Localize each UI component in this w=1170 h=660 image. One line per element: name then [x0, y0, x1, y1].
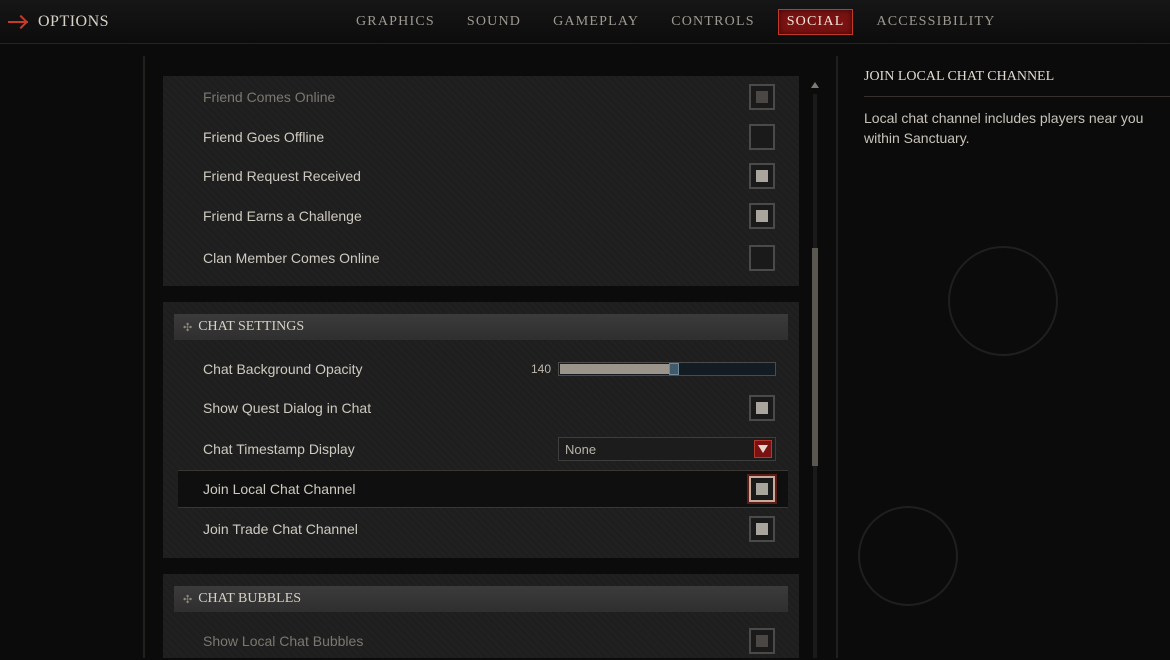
slider-fill [560, 364, 672, 374]
diamond-bullet-icon: ✣ [183, 321, 193, 334]
slider-handle[interactable] [669, 363, 679, 375]
setting-row-join-local-chat[interactable]: Join Local Chat Channel [178, 470, 788, 508]
setting-label: Friend Comes Online [203, 89, 336, 105]
setting-label: Join Local Chat Channel [203, 481, 356, 497]
setting-row-show-quest-dialog[interactable]: Show Quest Dialog in Chat [178, 389, 788, 427]
join-local-chat-checkbox[interactable] [749, 476, 775, 502]
tab-bar: GRAPHICS SOUND GAMEPLAY CONTROLS SOCIAL … [340, 0, 1012, 44]
back-arrow-icon [8, 15, 30, 29]
setting-label: Chat Background Opacity [203, 361, 363, 377]
setting-row-show-local-chat-bubbles[interactable]: Show Local Chat Bubbles [178, 622, 788, 660]
setting-label: Join Trade Chat Channel [203, 521, 358, 537]
setting-label: Show Local Chat Bubbles [203, 633, 364, 649]
opacity-slider[interactable] [558, 362, 776, 376]
setting-label: Show Quest Dialog in Chat [203, 400, 372, 416]
setting-row-clan-member-online[interactable]: Clan Member Comes Online [178, 239, 788, 277]
timestamp-dropdown[interactable]: None [558, 437, 776, 461]
options-back-button[interactable]: OPTIONS [8, 11, 109, 33]
section-title: CHAT BUBBLES [198, 591, 302, 606]
info-description: Local chat channel includes players near… [864, 110, 1144, 146]
dropdown-value: None [565, 441, 597, 457]
tab-accessibility[interactable]: ACCESSIBILITY [867, 9, 1004, 35]
info-panel: JOIN LOCAL CHAT CHANNEL Local chat chann… [848, 56, 1170, 658]
diamond-bullet-icon: ✣ [183, 593, 193, 606]
top-bar: OPTIONS GRAPHICS SOUND GAMEPLAY CONTROLS… [0, 0, 1170, 44]
settings-scrollbar[interactable] [808, 78, 822, 658]
chat-settings-header: ✣ CHAT SETTINGS [174, 314, 788, 340]
friend-request-received-checkbox[interactable] [749, 163, 775, 189]
friend-goes-offline-checkbox[interactable] [749, 124, 775, 150]
decorative-emblem-icon [948, 246, 1058, 356]
decorative-emblem-icon [858, 506, 958, 606]
section-title: CHAT SETTINGS [198, 319, 305, 334]
show-local-chat-bubbles-checkbox[interactable] [749, 628, 775, 654]
tab-social[interactable]: SOCIAL [777, 9, 854, 35]
clan-member-online-checkbox[interactable] [749, 245, 775, 271]
setting-row-friend-earns-challenge[interactable]: Friend Earns a Challenge [178, 197, 788, 235]
friend-comes-online-checkbox[interactable] [749, 84, 775, 110]
tab-controls[interactable]: CONTROLS [662, 9, 764, 35]
scroll-up-icon[interactable] [811, 82, 819, 88]
options-title: OPTIONS [38, 13, 110, 30]
setting-label: Clan Member Comes Online [203, 250, 380, 266]
setting-label: Friend Goes Offline [203, 129, 325, 145]
info-title: JOIN LOCAL CHAT CHANNEL [864, 69, 1055, 84]
setting-row-chat-background-opacity: Chat Background Opacity 140 [178, 350, 788, 388]
setting-row-friend-goes-offline[interactable]: Friend Goes Offline [178, 118, 788, 156]
setting-row-friend-comes-online[interactable]: Friend Comes Online [178, 78, 788, 116]
info-divider [864, 96, 1170, 97]
setting-label: Chat Timestamp Display [203, 441, 355, 457]
tab-gameplay[interactable]: GAMEPLAY [544, 9, 648, 35]
setting-row-join-trade-chat[interactable]: Join Trade Chat Channel [178, 510, 788, 548]
setting-row-friend-request-received[interactable]: Friend Request Received [178, 157, 788, 195]
tab-sound[interactable]: SOUND [458, 9, 530, 35]
setting-row-chat-timestamp-display: Chat Timestamp Display None [178, 430, 788, 468]
dropdown-arrow-icon[interactable] [754, 440, 772, 458]
setting-label: Friend Earns a Challenge [203, 208, 362, 224]
scroll-thumb[interactable] [812, 248, 818, 466]
setting-label: Friend Request Received [203, 168, 361, 184]
chat-bubbles-header: ✣ CHAT BUBBLES [174, 586, 788, 612]
opacity-value: 140 [531, 362, 552, 376]
show-quest-dialog-checkbox[interactable] [749, 395, 775, 421]
friend-earns-challenge-checkbox[interactable] [749, 203, 775, 229]
join-trade-chat-checkbox[interactable] [749, 516, 775, 542]
tab-graphics[interactable]: GRAPHICS [347, 9, 444, 35]
